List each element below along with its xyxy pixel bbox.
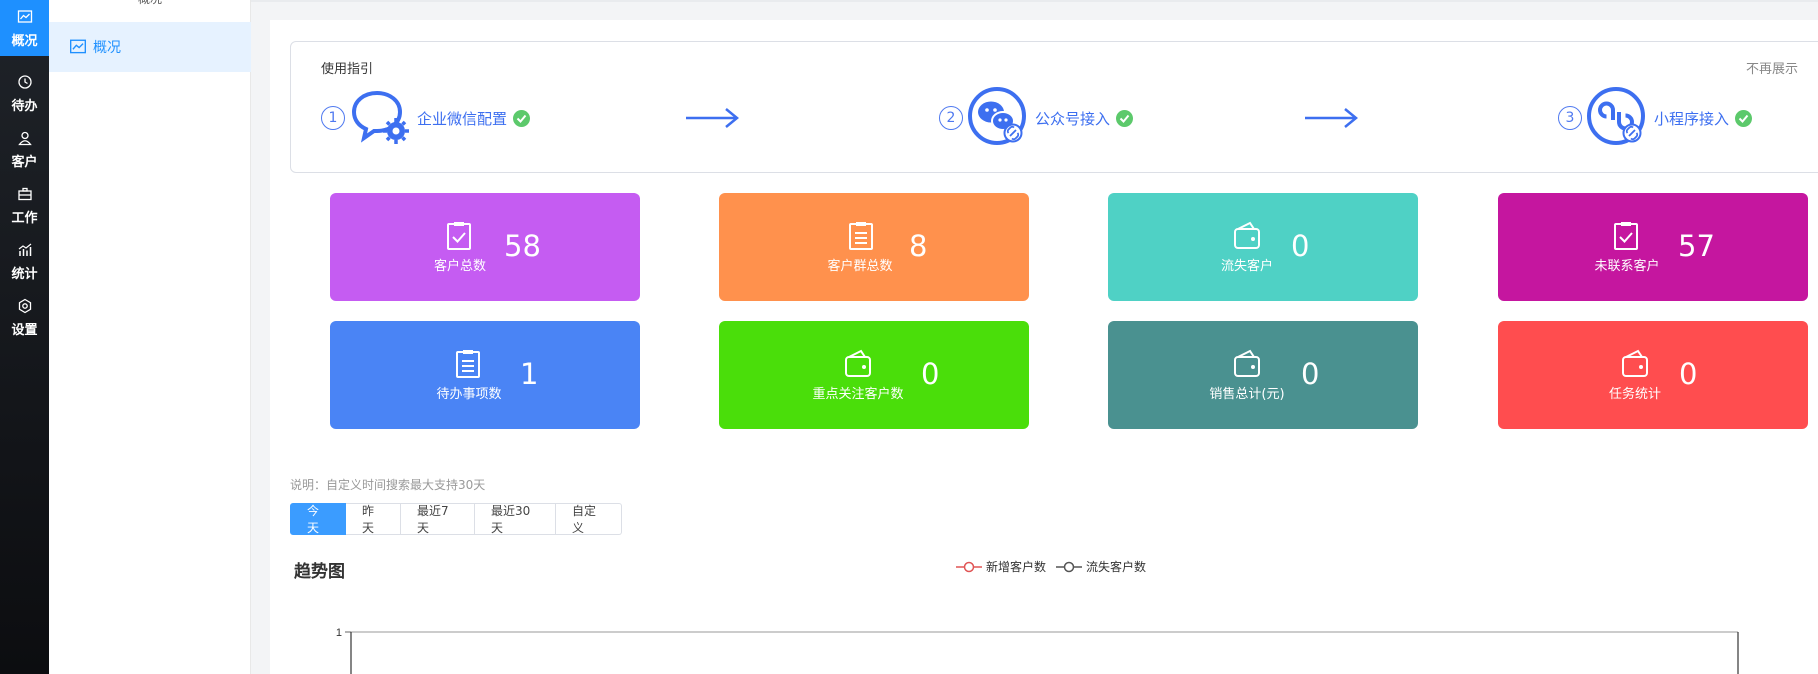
- clock-icon: [16, 73, 34, 91]
- gear-icon: [16, 297, 34, 315]
- stat-card-key-customers[interactable]: 重点关注客户数 0: [719, 321, 1029, 429]
- stat-value: 1: [520, 357, 539, 391]
- nav-item-label: 工作: [11, 210, 38, 226]
- main-content: 使用指引 不再展示 1 企业微信配置 2 公众号接入 3 小程序接入 客户总数 …: [270, 20, 1818, 674]
- legend-label: 新增客户数: [986, 560, 1047, 574]
- bar-chart-icon: [16, 241, 34, 259]
- stat-label: 客户群总数: [827, 259, 893, 274]
- stat-card-total-groups[interactable]: 客户群总数 8: [719, 193, 1029, 301]
- stat-card-sales-total[interactable]: 销售总计(元) 0: [1108, 321, 1418, 429]
- legend-label: 流失客户数: [1086, 560, 1147, 574]
- guide-step-3[interactable]: 3 小程序接入: [1558, 86, 1753, 150]
- wallet-icon: [1622, 349, 1648, 377]
- wallet-icon: [845, 349, 871, 377]
- stat-label: 流失客户: [1220, 259, 1274, 274]
- filter-custom-button[interactable]: 自定义: [556, 503, 622, 535]
- filter-yesterday-button[interactable]: 昨天: [346, 503, 401, 535]
- guide-hide-link[interactable]: 不再展示: [1746, 58, 1798, 77]
- step-number: 3: [1558, 106, 1582, 130]
- nav-item-overview[interactable]: 概况: [0, 0, 49, 56]
- miniprogram-link-icon: [1586, 86, 1648, 150]
- legend-marker-icon: [956, 561, 982, 572]
- filter-today-button[interactable]: 今天: [290, 503, 346, 535]
- stat-value: 8: [909, 229, 928, 263]
- stat-card-lost-customers[interactable]: 流失客户 0: [1108, 193, 1418, 301]
- step-label: 企业微信配置: [417, 109, 508, 128]
- chart-legend: 新增客户数 流失客户数: [956, 558, 1156, 575]
- filter-last30-button[interactable]: 最近30天: [475, 503, 556, 535]
- stat-value: 57: [1678, 229, 1715, 263]
- arrow-right-icon: [686, 108, 739, 128]
- guide-step-1[interactable]: 1 企业微信配置: [321, 87, 531, 149]
- nav-item-stats[interactable]: 统计: [0, 233, 49, 289]
- stat-label: 任务统计: [1608, 387, 1662, 402]
- left-nav: 概况 待办 客户 工作 统计 设置: [0, 0, 49, 674]
- app-root: 概况 待办 客户 工作 统计 设置 概况 使用指引 不再展示 1 企业微信配置 …: [0, 0, 1818, 674]
- stat-card-uncontacted-customers[interactable]: 未联系客户 57: [1498, 193, 1808, 301]
- y-tick-label: 1: [336, 627, 342, 639]
- chart-line-icon: [16, 8, 34, 26]
- submenu-item-label: 概况: [93, 40, 121, 56]
- stat-value: 0: [1679, 357, 1698, 391]
- check-circle-icon: [1116, 109, 1134, 127]
- stat-label: 客户总数: [433, 259, 487, 274]
- stat-card-task-stats[interactable]: 任务统计 0: [1498, 321, 1808, 429]
- chart-line-icon: [69, 38, 87, 56]
- submenu-item-overview[interactable]: 概况: [49, 22, 251, 72]
- stat-value: 0: [1301, 357, 1320, 391]
- guide-title: 使用指引: [321, 62, 374, 77]
- clipboard-list-icon: [849, 222, 873, 250]
- guide-step-2[interactable]: 2 公众号接入: [939, 86, 1134, 150]
- submenu-panel: 概况 概况: [49, 0, 251, 674]
- filter-last7-button[interactable]: 最近7天: [401, 503, 475, 535]
- stat-value: 0: [1291, 229, 1310, 263]
- wallet-icon: [1234, 349, 1260, 377]
- nav-item-todo[interactable]: 待办: [0, 65, 49, 121]
- nav-item-settings[interactable]: 设置: [0, 289, 49, 345]
- nav-item-label: 概况: [11, 33, 38, 49]
- nav-item-customer[interactable]: 客户: [0, 121, 49, 177]
- stat-label: 销售总计(元): [1209, 387, 1285, 402]
- chat-gear-icon: [349, 87, 411, 149]
- stat-label: 重点关注客户数: [812, 387, 904, 402]
- nav-item-label: 待办: [11, 98, 38, 114]
- submenu-header: 概况: [49, 0, 251, 10]
- step-label: 小程序接入: [1654, 109, 1730, 128]
- stat-value: 0: [921, 357, 940, 391]
- date-range-buttons: 今天 昨天 最近7天 最近30天 自定义: [290, 503, 622, 535]
- trend-chart: 1: [336, 627, 1739, 674]
- clipboard-list-icon: [456, 350, 480, 378]
- nav-item-label: 客户: [11, 154, 38, 170]
- check-circle-icon: [1735, 109, 1753, 127]
- briefcase-icon: [16, 185, 34, 203]
- stat-card-total-customers[interactable]: 客户总数 58: [330, 193, 640, 301]
- clipboard-check-icon: [447, 222, 471, 250]
- trend-title: 趋势图: [294, 562, 345, 582]
- nav-item-label: 设置: [11, 322, 38, 338]
- step-number: 1: [321, 106, 345, 130]
- nav-item-work[interactable]: 工作: [0, 177, 49, 233]
- stat-card-todo[interactable]: 待办事项数 1: [330, 321, 640, 429]
- top-divider: [251, 0, 1818, 2]
- legend-item-lost[interactable]: 流失客户数: [1056, 558, 1146, 575]
- user-icon: [16, 129, 34, 147]
- clipboard-check-icon: [1614, 222, 1638, 250]
- stat-value: 58: [504, 229, 541, 263]
- wallet-icon: [1234, 221, 1260, 249]
- search-note: 说明：自定义时间搜索最大支持30天: [290, 478, 486, 492]
- arrow-right-icon: [1305, 108, 1358, 128]
- wechat-link-icon: [967, 86, 1029, 150]
- legend-marker-icon: [1056, 561, 1083, 572]
- stat-label: 未联系客户: [1594, 259, 1660, 274]
- nav-item-label: 统计: [11, 266, 38, 282]
- usage-guide: 使用指引 不再展示 1 企业微信配置 2 公众号接入 3 小程序接入: [290, 41, 1818, 173]
- step-label: 公众号接入: [1035, 109, 1111, 128]
- legend-item-new[interactable]: 新增客户数: [956, 558, 1046, 575]
- step-number: 2: [939, 106, 963, 130]
- stat-label: 待办事项数: [436, 387, 502, 402]
- check-circle-icon: [513, 109, 531, 127]
